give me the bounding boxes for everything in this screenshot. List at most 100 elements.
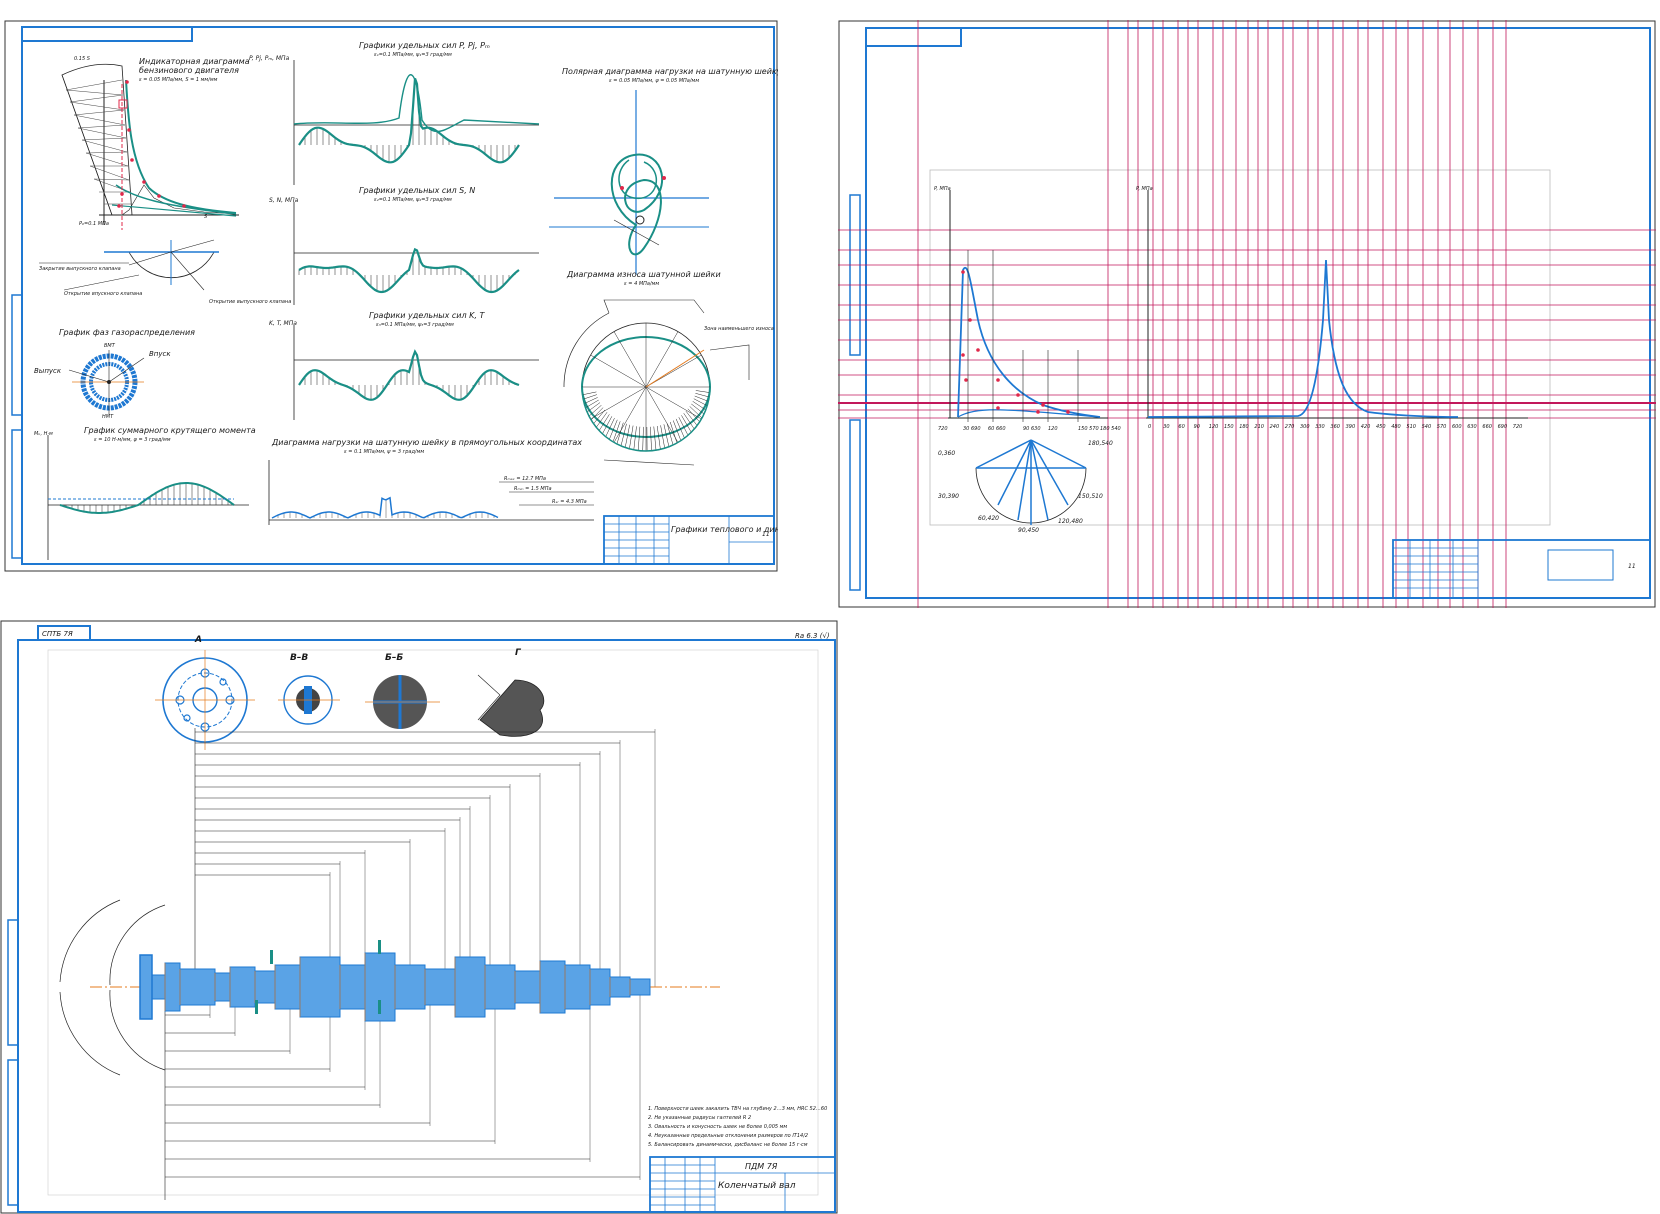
shaft-section (274, 964, 301, 1010)
phases-top: ВМТ (104, 343, 116, 349)
phase-exhaust-label: Открытие выпускного клапана (209, 299, 291, 305)
torque-axis: Mₖ, Н·м (34, 431, 53, 437)
tick-label-right: 720 (1513, 424, 1523, 430)
tick-label-left: 720 (938, 426, 948, 432)
view-a-label: А (194, 635, 202, 645)
tick-label-right: 570 (1437, 424, 1447, 430)
tick-label-right: 540 (1422, 424, 1432, 430)
load-avg: Rₛᵣ = 4.3 МПа (552, 499, 587, 505)
view-a-flange: А (155, 635, 255, 750)
dimension-lines-top (194, 728, 656, 987)
load-title: Диаграмма нагрузки на шатунную шейку в п… (271, 438, 582, 447)
tick-label-right: 660 (1482, 424, 1492, 430)
tick-label-left: 60 660 (988, 426, 1006, 432)
tick-label-right: 300 (1300, 424, 1310, 430)
view-g: Г (477, 648, 545, 737)
tick-label-right: 630 (1467, 424, 1477, 430)
tick-label-right: 420 (1361, 424, 1371, 430)
tick-label-left: 180 540 (1100, 426, 1121, 432)
indicator-scale: ε = 0.05 МПа/мм, S = 1 мм/мм (139, 77, 218, 83)
tick-label-right: 450 (1376, 424, 1386, 430)
polar-angle-label: 120,480 (1058, 518, 1083, 525)
sheet3-canvas: СПТБ 7Я Ra 6.3 (√) А В–В Б–Б Г 1. Поверх… (0, 620, 838, 1214)
indicator-subtitle: бензинового двигателя (139, 66, 239, 75)
tick-label-right: 270 (1285, 424, 1295, 430)
sheet1-canvas: Индикаторная диаграмма бензинового двига… (4, 20, 778, 572)
forces-title: Графики удельных сил P, Pj, Pₘ (359, 41, 490, 50)
crankshaft-body (59, 899, 720, 1076)
shaft-section (394, 964, 426, 1010)
tick-label-right: 150 (1224, 424, 1234, 430)
forces2-sub: ε₂=0.1 МПа/мм, ψ₂=3 град/мм (374, 197, 452, 203)
note-line: 2. Не указанные радиусы галтелей R 2 (648, 1115, 751, 1121)
shaft-section (164, 962, 181, 1012)
shaft-section (539, 960, 566, 1014)
section-bb-label: Б–Б (385, 653, 403, 663)
forces-axis: P, Pj, Pₘ, МПа (249, 55, 290, 62)
tick-label-left: 90 630 (1023, 426, 1041, 432)
tick-label-right: 240 (1270, 424, 1280, 430)
sheet2-axis-right: P, МПа (1136, 186, 1153, 192)
forces2-title: Графики удельных сил S, N (359, 186, 475, 195)
forces-graph-kt: Графики удельных сил K, T ε₃=0.1 МПа/мм,… (269, 311, 539, 420)
phases-out: Выпуск (34, 367, 62, 375)
dimension-lines-bottom (164, 987, 641, 1200)
note-line: 3. Овальность и конусность шеек не более… (648, 1124, 787, 1130)
shaft-section (564, 964, 591, 1010)
shaft-section (484, 964, 516, 1010)
polar-load-diagram: Полярная диаграмма нагрузки на шатунную … (549, 67, 778, 275)
shaft-section (609, 976, 631, 998)
tick-label-left: 120 (1048, 426, 1058, 432)
polar-angle-label: 180,540 (1088, 440, 1113, 447)
torque-sub: ε = 10 Н·м/мм, ψ = 3 град/мм (94, 437, 171, 443)
sheet3-stamp-code: ПДМ 7Я (745, 1162, 778, 1171)
valve-phases-diagram: График фаз газораспределения ВМТ НМТ Впу… (34, 328, 195, 420)
load-sub: ε = 0.1 МПа/мм, ψ = 3 град/мм (344, 449, 424, 455)
drawing-sheet-crankshaft[interactable]: СПТБ 7Я Ra 6.3 (√) А В–В Б–Б Г 1. Поверх… (0, 620, 838, 1214)
sheet2-title-block: 11 (1392, 539, 1651, 599)
tick-label-right: 0 (1148, 424, 1151, 430)
shaft-section (454, 956, 486, 1018)
indicator-diagram-developed: P, МПа 0 30 60 90 120 150 180 210 240 270 300 330 36… (1136, 186, 1528, 430)
polar-title: Полярная диаграмма нагрузки на шатунную … (562, 67, 778, 76)
forces3-sub: ε₃=0.1 МПа/мм, ψ₃=3 град/мм (376, 322, 454, 328)
polar-sub: ε = 0.05 МПа/мм, ψ = 0.05 МПа/мм (609, 78, 699, 84)
tick-label-right: 30 (1163, 424, 1169, 430)
shaft-section (179, 968, 216, 1006)
wear-sub: ε = 4 МПа/мм (624, 281, 659, 287)
tick-label-right: 330 (1315, 424, 1325, 430)
shaft-section (214, 972, 231, 1002)
sheet2-canvas: P, МПа 720 30 690 60 660 90 630 120 150 570 18… (838, 20, 1656, 608)
tick-label-right: 510 (1406, 424, 1416, 430)
load-diagram-rect: Диаграмма нагрузки на шатунную шейку в п… (268, 438, 594, 525)
drawing-sheet-graphs[interactable]: Индикаторная диаграмма бензинового двига… (4, 20, 778, 572)
section-b-b: Б–Б (365, 653, 440, 729)
tick-label-right: 360 (1330, 424, 1340, 430)
polar-angle-label: 150,510 (1078, 493, 1103, 500)
indicator-title: Индикаторная диаграмма (139, 57, 250, 66)
section-v-v: В–В (278, 653, 340, 725)
forces-sub: ε₁=0.1 МПа/мм, ψ₁=3 град/мм (374, 52, 452, 58)
shaft-section (424, 968, 456, 1006)
tick-label-right: 690 (1498, 424, 1508, 430)
tick-label-right: 480 (1391, 424, 1401, 430)
sheet3-stamp-title: Коленчатый вал (718, 1181, 796, 1191)
section-vv-label: В–В (290, 653, 308, 663)
shaft-section (299, 956, 341, 1018)
roughness-mark: Ra 6.3 (√) (795, 632, 830, 640)
tick-label-left: 30 690 (963, 426, 981, 432)
forces3-title: Графики удельных сил K, T (369, 311, 485, 320)
drawing-sheet-indicator[interactable]: P, МПа 720 30 690 60 660 90 630 120 150 570 18… (838, 20, 1656, 608)
wear-diagram: Диаграмма износа шатунной шейки ε = 4 МП… (563, 270, 774, 466)
tick-label-right: 60 (1178, 424, 1184, 430)
torque-title: График суммарного крутящего момента (84, 426, 256, 435)
phase-open-label: Открытие впускного клапана (64, 291, 142, 297)
note-line: 5. Балансировать динамически, дисбаланс … (648, 1142, 808, 1148)
load-max: Rₘₐₓ = 12.7 МПа (504, 476, 546, 482)
shaft-section (254, 970, 276, 1004)
wear-title: Диаграмма износа шатунной шейки (566, 270, 721, 279)
shaft-section (514, 970, 541, 1004)
phase-close-label: Закрытие выпускного клапана (39, 266, 121, 272)
wear-label: Зона наименьшего износа (704, 326, 774, 332)
polar-angle-label: 0,360 (938, 450, 955, 457)
